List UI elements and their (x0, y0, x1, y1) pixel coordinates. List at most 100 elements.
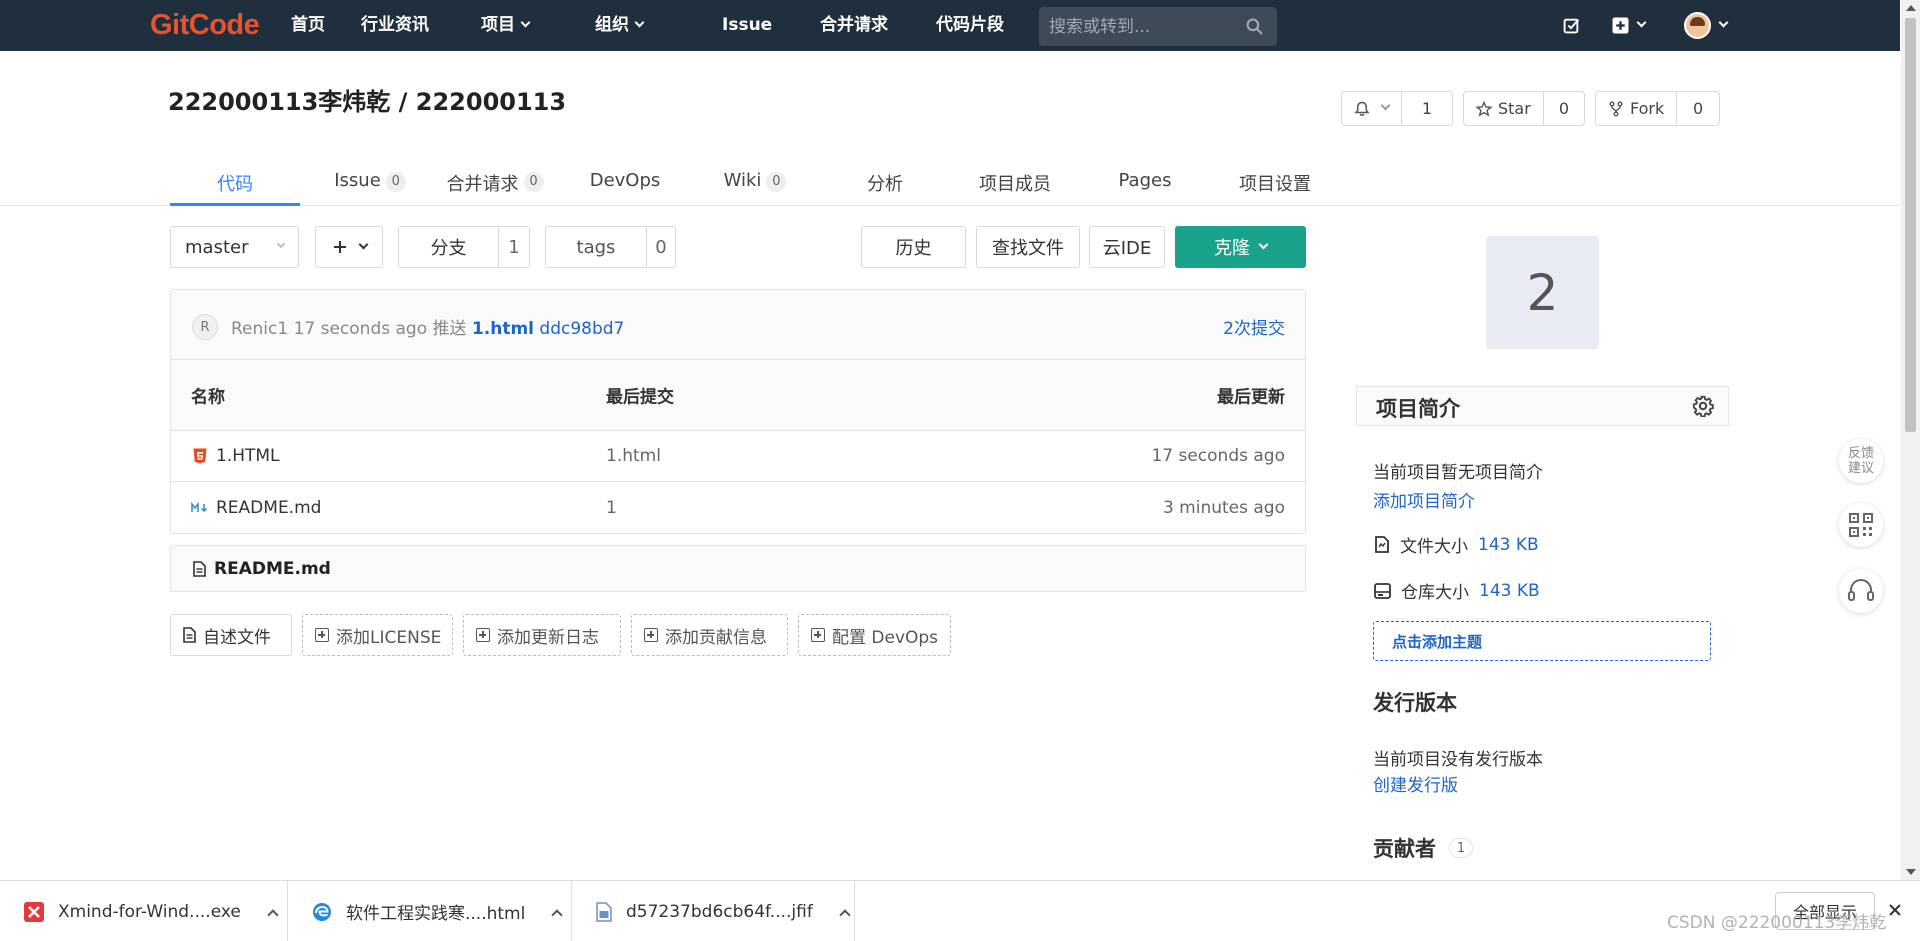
header-last-commit: 最后提交 (606, 387, 674, 408)
todo-check-icon (1563, 18, 1580, 34)
add-changelog-button[interactable]: 添加更新日志 (463, 614, 621, 656)
count-badge: 1 (1449, 838, 1473, 858)
download-item[interactable]: Xmind-for-Wind....exe (0, 881, 288, 941)
todo-button[interactable] (1563, 0, 1580, 51)
vertical-scrollbar[interactable] (1901, 0, 1920, 880)
tab-issue[interactable]: Issue 0 (320, 163, 420, 206)
tab-pages[interactable]: Pages (1095, 163, 1195, 206)
add-license-button[interactable]: 添加LICENSE (302, 614, 453, 656)
download-item[interactable]: 软件工程实践寒....html (288, 881, 572, 941)
user-menu[interactable] (1684, 0, 1729, 51)
file-commit-msg[interactable]: 1 (606, 498, 617, 518)
fork-button[interactable]: Fork 0 (1595, 91, 1720, 126)
nav-orgs[interactable]: 组织 (595, 0, 645, 51)
count-badge: 0 (385, 172, 406, 192)
contributors-header[interactable]: 贡献者 1 (1373, 833, 1473, 863)
branch-select[interactable]: master (170, 226, 299, 268)
download-item[interactable]: d57237bd6cb64f....jfif (572, 881, 855, 941)
file-name-cell[interactable]: 1.HTML (193, 446, 280, 466)
close-icon[interactable] (1887, 902, 1903, 918)
image-file-icon (596, 901, 612, 922)
tags-button[interactable]: tags 0 (545, 226, 676, 268)
watch-count[interactable]: 1 (1402, 92, 1452, 125)
nav-home[interactable]: 首页 (291, 0, 325, 51)
tab-label: 代码 (217, 174, 253, 195)
project-tabs: 代码 Issue 0 合并请求 0 DevOps Wiki 0 分析 项目成员 Pag… (0, 163, 1900, 206)
tags-count[interactable]: 0 (647, 237, 675, 258)
add-dropdown-button[interactable] (315, 226, 383, 268)
search-input[interactable] (1049, 7, 1249, 46)
avatar[interactable]: R (192, 314, 218, 340)
file-name-cell[interactable]: README.md (191, 498, 321, 518)
file-commit-msg[interactable]: 1.html (606, 446, 661, 466)
watch-dropdown[interactable] (1342, 92, 1402, 125)
fork-count[interactable]: 0 (1677, 92, 1719, 125)
header-name: 名称 (191, 387, 225, 408)
scrollbar-thumb[interactable] (1905, 18, 1916, 432)
branches-count[interactable]: 1 (499, 237, 529, 258)
nav-issue[interactable]: Issue (722, 0, 772, 51)
branches-button[interactable]: 分支 1 (398, 226, 530, 268)
commit-file-link[interactable]: 1.html (472, 319, 534, 339)
create-release-link[interactable]: 创建发行版 (1373, 771, 1458, 796)
gear-icon[interactable] (1692, 395, 1714, 417)
file-browser: R Renic1 17 seconds ago 推送 1.html ddc98b… (170, 289, 1306, 534)
readme-title[interactable]: README.md (214, 559, 331, 579)
feedback-button[interactable]: 反馈 建议 (1839, 439, 1883, 483)
configure-devops-button[interactable]: 配置 DevOps (798, 614, 951, 656)
page-title[interactable]: 222000113李炜乾 / 222000113 (168, 82, 566, 117)
commit-author[interactable]: Renic1 (231, 319, 288, 339)
star-toggle[interactable]: Star (1464, 92, 1544, 125)
nav-orgs-label: 组织 (595, 15, 629, 35)
scroll-down-arrow[interactable] (1906, 869, 1916, 875)
tags-label[interactable]: tags (546, 227, 647, 267)
intro-header: 项目简介 (1356, 386, 1729, 426)
tab-wiki[interactable]: Wiki 0 (705, 163, 805, 206)
find-file-button[interactable]: 查找文件 (976, 226, 1080, 268)
history-button[interactable]: 历史 (861, 226, 966, 268)
hard-drive-icon (1374, 582, 1391, 599)
customer-service-button[interactable] (1839, 569, 1883, 613)
clone-button[interactable]: 克隆 (1175, 226, 1306, 268)
search-icon[interactable] (1246, 18, 1263, 35)
tab-code[interactable]: 代码 (170, 163, 300, 206)
branches-label[interactable]: 分支 (399, 227, 499, 267)
add-topic-button[interactable]: 点击添加主题 (1373, 621, 1711, 661)
nav-merge-requests[interactable]: 合并请求 (820, 0, 888, 51)
fork-toggle[interactable]: Fork (1596, 92, 1678, 125)
nav-projects[interactable]: 项目 (481, 0, 531, 51)
readme-file-button[interactable]: 自述文件 (170, 614, 292, 656)
tab-devops[interactable]: DevOps (575, 163, 675, 206)
table-row[interactable]: README.md 1 3 minutes ago (171, 482, 1305, 533)
repo-size-label: 仓库大小 (1401, 583, 1469, 603)
tab-analysis[interactable]: 分析 (835, 163, 935, 206)
add-intro-link[interactable]: 添加项目简介 (1373, 487, 1475, 512)
watch-button[interactable]: 1 (1341, 91, 1453, 126)
file-name: README.md (216, 497, 322, 518)
downloads-bar: Xmind-for-Wind....exe 软件工程实践寒....html d5… (0, 880, 1920, 941)
tab-members[interactable]: 项目成员 (965, 163, 1065, 206)
commit-count-link[interactable]: 2次提交 (1223, 314, 1285, 339)
star-count[interactable]: 0 (1544, 92, 1584, 125)
chevron-up-icon[interactable] (267, 908, 279, 921)
cloud-ide-button[interactable]: 云IDE (1089, 226, 1165, 268)
tab-settings[interactable]: 项目设置 (1225, 163, 1325, 206)
qr-code-button[interactable] (1839, 503, 1883, 547)
star-button[interactable]: Star 0 (1463, 91, 1585, 126)
tab-label: 合并请求 (446, 174, 519, 195)
tab-label: 项目成员 (979, 174, 1051, 195)
nav-industry-news[interactable]: 行业资讯 (361, 0, 429, 51)
fork-label: Fork (1630, 99, 1665, 118)
add-contributing-button[interactable]: 添加贡献信息 (631, 614, 788, 656)
chevron-up-icon[interactable] (839, 908, 851, 921)
scroll-up-arrow[interactable] (1906, 5, 1916, 11)
gitcode-logo[interactable]: GitCode (150, 9, 260, 42)
tab-label: 项目设置 (1239, 174, 1311, 195)
commit-hash-link[interactable]: ddc98bd7 (539, 319, 624, 339)
nav-snippets[interactable]: 代码片段 (936, 0, 1004, 51)
tab-merge-requests[interactable]: 合并请求 0 (440, 163, 550, 206)
chevron-down-icon (1258, 239, 1269, 249)
create-new-button[interactable] (1612, 0, 1647, 51)
chevron-up-icon[interactable] (551, 908, 564, 921)
table-row[interactable]: 1.HTML 1.html 17 seconds ago (171, 431, 1305, 482)
